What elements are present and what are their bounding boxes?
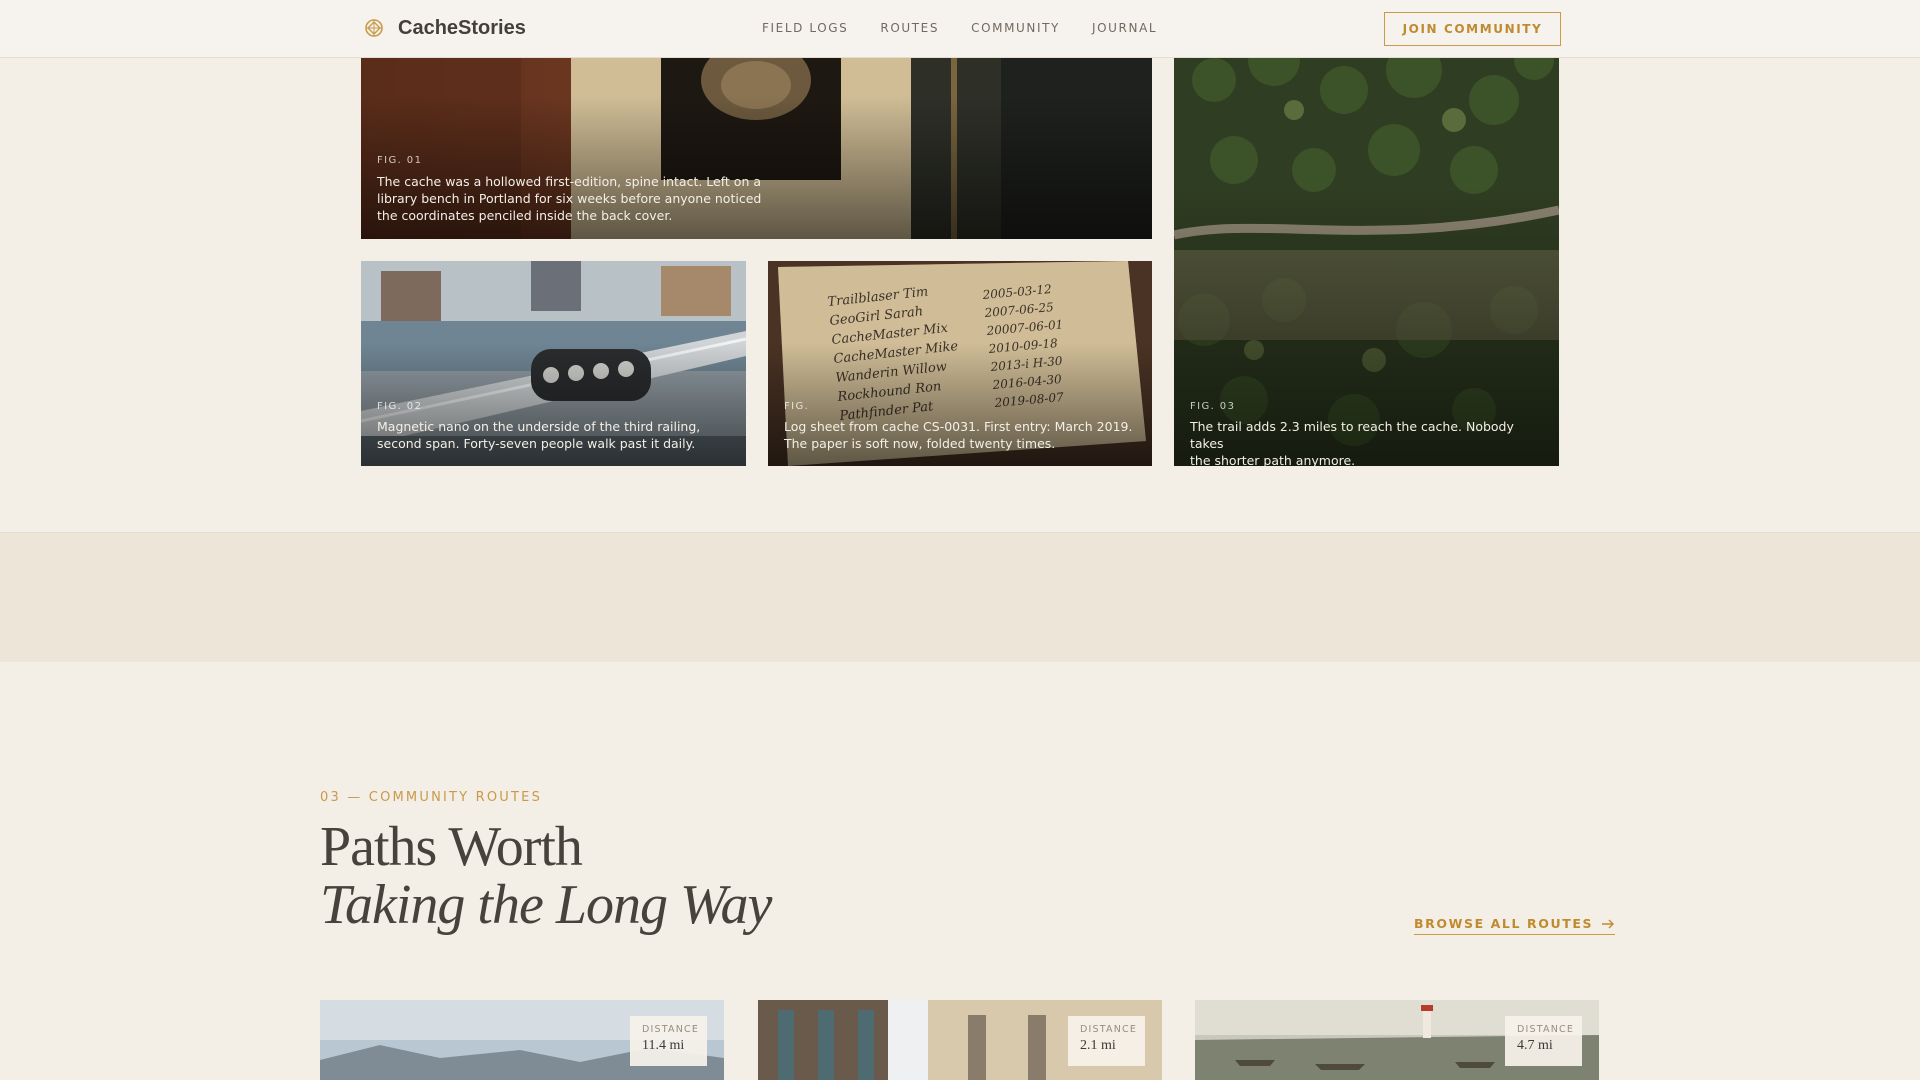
nav-link-routes[interactable]: ROUTES — [880, 21, 939, 35]
distance-label: DISTANCE — [1517, 1024, 1575, 1035]
distance-label: DISTANCE — [1080, 1024, 1138, 1035]
route-card[interactable]: DISTANCE 4.7 mi — [1195, 1000, 1599, 1080]
brand-logo[interactable]: CacheStories — [362, 16, 526, 40]
section-divider-band — [0, 532, 1920, 662]
caption-line: The paper is soft now, folded twenty tim… — [784, 436, 1056, 451]
caption-line: the coordinates penciled inside the back… — [377, 208, 673, 223]
distance-label: DISTANCE — [642, 1024, 700, 1035]
figure-label: FIG. 01 — [377, 155, 423, 166]
caption-line: second span. Forty-seven people walk pas… — [377, 436, 696, 451]
browse-all-routes-link[interactable]: BROWSE ALL ROUTES — [1414, 916, 1616, 935]
figure-label: FIG. — [784, 401, 810, 412]
figure-label: FIG. 02 — [377, 401, 423, 412]
distance-value: 2.1 mi — [1080, 1038, 1116, 1053]
distance-value: 4.7 mi — [1517, 1038, 1553, 1053]
section-heading-line1: Paths Worth — [320, 816, 583, 878]
route-card[interactable]: DISTANCE 2.1 mi — [758, 1000, 1162, 1080]
figure-caption: Magnetic nano on the underside of the th… — [377, 418, 737, 452]
brand-name: CacheStories — [398, 16, 526, 39]
section-heading-line2: Taking the Long Way — [320, 874, 772, 936]
figure-label: FIG. 03 — [1190, 401, 1236, 412]
figure-caption: The cache was a hollowed first-edition, … — [377, 173, 777, 224]
caption-line: The trail adds 2.3 miles to reach the ca… — [1190, 419, 1514, 451]
figure-caption: The trail adds 2.3 miles to reach the ca… — [1190, 418, 1550, 466]
gallery-figure-logsheet: Trailblaser TimGeoGirl SarahCacheMaster … — [768, 261, 1152, 466]
gallery-figure-railing: FIG. 02 Magnetic nano on the underside o… — [361, 261, 746, 466]
image-shade — [1174, 0, 1559, 466]
caption-line: Magnetic nano on the underside of the th… — [377, 419, 701, 434]
browse-label: BROWSE ALL ROUTES — [1414, 916, 1594, 931]
caption-line: Log sheet from cache CS-0031. First entr… — [784, 419, 1133, 434]
route-card[interactable]: DISTANCE 11.4 mi — [320, 1000, 724, 1080]
distance-badge: DISTANCE 11.4 mi — [630, 1016, 707, 1066]
distance-value: 11.4 mi — [642, 1038, 685, 1053]
nav-link-journal[interactable]: JOURNAL — [1092, 21, 1157, 35]
top-navigation: CacheStories FIELD LOGS ROUTES COMMUNITY… — [0, 0, 1920, 58]
distance-badge: DISTANCE 4.7 mi — [1505, 1016, 1582, 1066]
caption-line: the shorter path anymore. — [1190, 453, 1356, 466]
gallery-figure-forest: FIG. 03 The trail adds 2.3 miles to reac… — [1174, 0, 1559, 466]
section-eyebrow: 03 — COMMUNITY ROUTES — [320, 790, 543, 805]
nav-link-community[interactable]: COMMUNITY — [971, 21, 1060, 35]
nav-links: FIELD LOGS ROUTES COMMUNITY JOURNAL — [762, 21, 1157, 35]
figure-caption: Log sheet from cache CS-0031. First entr… — [784, 418, 1144, 452]
compass-mark-icon — [365, 19, 383, 37]
nav-link-field-logs[interactable]: FIELD LOGS — [762, 21, 848, 35]
arrow-right-icon — [1602, 919, 1615, 928]
caption-line: The cache was a hollowed first-edition, … — [377, 174, 762, 189]
distance-badge: DISTANCE 2.1 mi — [1068, 1016, 1145, 1066]
join-community-button[interactable]: JOIN COMMUNITY — [1384, 12, 1561, 46]
caption-line: library bench in Portland for six weeks … — [377, 191, 762, 206]
